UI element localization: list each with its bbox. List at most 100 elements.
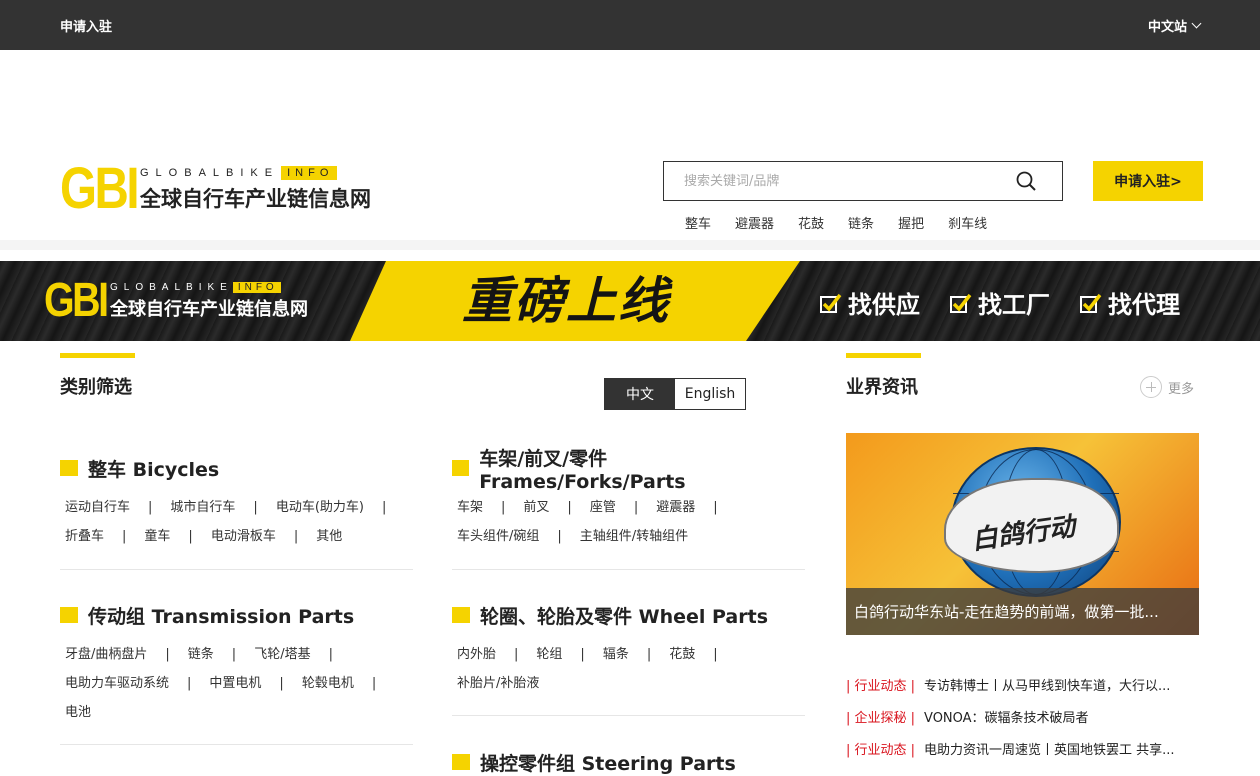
banner-logo-info: INFO bbox=[232, 281, 281, 293]
category-item[interactable]: 中置电机 bbox=[209, 669, 261, 698]
category-marker bbox=[452, 607, 470, 623]
lang-cn-button[interactable]: 中文 bbox=[605, 379, 675, 409]
logo-gbi: GBI bbox=[60, 156, 140, 221]
search-input[interactable] bbox=[664, 162, 1004, 200]
hot-keyword[interactable]: 花鼓 bbox=[798, 213, 824, 232]
news-item[interactable]: | 企业探秘 | VONOA：碳辐条技术破局者 bbox=[846, 700, 1199, 732]
category-item[interactable]: 电动滑板车 bbox=[211, 522, 276, 551]
category-item[interactable]: 轮组 bbox=[536, 640, 562, 669]
category-marker bbox=[60, 460, 78, 476]
news-title[interactable]: VONOA：碳辐条技术破局者 bbox=[924, 707, 1089, 726]
banner-logo-globalbike: GLOBALBIKE bbox=[110, 281, 233, 293]
search-icon[interactable] bbox=[1016, 171, 1036, 191]
category-item[interactable]: 折叠车 bbox=[65, 522, 104, 551]
hot-keyword[interactable]: 握把 bbox=[898, 213, 924, 232]
category-item[interactable]: 链条 bbox=[188, 640, 214, 669]
category-item[interactable]: 轮毂电机 bbox=[302, 669, 354, 698]
category-item[interactable]: 车头组件/碗组 bbox=[457, 522, 539, 551]
logo-cn-name: 全球自行车产业链信息网 bbox=[140, 186, 371, 211]
category-item[interactable]: 电动车(助力车) bbox=[276, 493, 364, 522]
category-items: 牙盘/曲柄盘片 | 链条 | 飞轮/塔基 | 电助力车驱动系统 | 中置电机 | 轮毂电机… bbox=[65, 640, 413, 727]
hot-keyword[interactable]: 刹车线 bbox=[948, 213, 987, 232]
banner-logo-cn: 全球自行车产业链信息网 bbox=[110, 298, 308, 320]
categories-title: 类别筛选 bbox=[60, 377, 132, 398]
banner-slogan: 重磅上线 bbox=[462, 272, 670, 330]
chevron-down-icon bbox=[1191, 18, 1202, 29]
category-item[interactable]: 其他 bbox=[316, 522, 342, 551]
category-items: 内外胎 | 轮组 | 辐条 | 花鼓 | 补胎片/补胎液 bbox=[457, 640, 805, 698]
category-item[interactable]: 牙盘/曲柄盘片 bbox=[65, 640, 147, 669]
hot-keyword[interactable]: 链条 bbox=[848, 213, 874, 232]
category-item[interactable]: 补胎片/补胎液 bbox=[457, 669, 539, 698]
category-item[interactable]: 主轴组件/转轴组件 bbox=[580, 522, 688, 551]
apply-button[interactable]: 申请入驻> bbox=[1093, 161, 1203, 201]
top-apply-link[interactable]: 申请入驻 bbox=[60, 16, 112, 35]
category-item[interactable]: 花鼓 bbox=[669, 640, 695, 669]
category-item[interactable]: 座管 bbox=[590, 493, 616, 522]
category-item[interactable]: 前叉 bbox=[523, 493, 549, 522]
news-item[interactable]: | 行业动态 | 专访韩博士丨从马甲线到快车道，大行以... bbox=[846, 668, 1199, 700]
category-bicycles: 整车 Bicycles 运动自行车 | 城市自行车 | 电动车(助力车) | 折叠车 |… bbox=[60, 455, 413, 570]
banner-logo: GBI GLOBALBIKE INFO 全球自行车产业链信息网 bbox=[44, 277, 308, 325]
more-link[interactable]: 更多 bbox=[1140, 376, 1194, 398]
category-item[interactable]: 电池 bbox=[65, 698, 91, 727]
category-divider bbox=[452, 569, 805, 570]
category-item[interactable]: 电助力车驱动系统 bbox=[65, 669, 169, 698]
more-label: 更多 bbox=[1168, 381, 1195, 397]
category-items: 运动自行车 | 城市自行车 | 电动车(助力车) | 折叠车 | 童车 | 电动滑板车 | … bbox=[65, 493, 413, 551]
category-frames: 车架/前叉/零件 Frames/Forks/Parts 车架 | 前叉 | 座管 | … bbox=[452, 448, 805, 570]
banner-logo-gbi: GBI bbox=[44, 274, 109, 327]
news-title[interactable]: 专访韩博士丨从马甲线到快车道，大行以... bbox=[924, 675, 1170, 694]
category-item[interactable]: 辐条 bbox=[603, 640, 629, 669]
header: GBI GLOBALBIKE INFO 全球自行车产业链信息网 申请入驻> 整车… bbox=[0, 50, 1260, 250]
hot-keywords: 整车 避震器 花鼓 链条 握把 刹车线 bbox=[685, 213, 987, 232]
category-item[interactable]: 车架 bbox=[457, 493, 483, 522]
category-marker bbox=[452, 460, 470, 476]
category-item[interactable]: 运动自行车 bbox=[65, 493, 130, 522]
category-item[interactable]: 避震器 bbox=[656, 493, 695, 522]
category-title[interactable]: 传动组 Transmission Parts bbox=[88, 602, 354, 629]
banner-feature-label: 找工厂 bbox=[978, 291, 1050, 319]
news-item[interactable]: | 行业动态 | 电助力资讯一周速览丨英国地铁罢工 共享... bbox=[846, 732, 1199, 764]
lang-en-button[interactable]: English bbox=[675, 379, 745, 409]
featured-news-caption[interactable]: 白鸽行动华东站-走在趋势的前端，做第一批... bbox=[846, 588, 1199, 635]
category-steering: 操控零件组 Steering Parts bbox=[452, 749, 805, 775]
site-switcher-label: 中文站 bbox=[1147, 20, 1187, 35]
site-logo[interactable]: GBI GLOBALBIKE INFO 全球自行车产业链信息网 bbox=[60, 160, 371, 218]
banner-feature-label: 找代理 bbox=[1108, 291, 1180, 319]
banner-feature: 找工厂 bbox=[950, 285, 1050, 320]
news-tag[interactable]: | 行业动态 | bbox=[846, 675, 915, 694]
featured-news-card[interactable]: 白鸽行动 白鸽行动华东站-走在趋势的前端，做第一批... bbox=[846, 433, 1199, 635]
top-bar: 申请入驻 中文站 bbox=[0, 0, 1260, 50]
category-transmission: 传动组 Transmission Parts 牙盘/曲柄盘片 | 链条 | 飞轮/塔… bbox=[60, 602, 413, 745]
news-tag[interactable]: | 行业动态 | bbox=[846, 739, 915, 758]
category-item[interactable]: 城市自行车 bbox=[170, 493, 235, 522]
site-switcher[interactable]: 中文站 bbox=[1147, 16, 1202, 35]
category-items: 车架 | 前叉 | 座管 | 避震器 | 车头组件/碗组 | 主轴组件/转轴组件 bbox=[457, 493, 805, 551]
hot-keyword[interactable]: 整车 bbox=[685, 213, 711, 232]
category-title[interactable]: 操控零件组 Steering Parts bbox=[480, 749, 736, 776]
checkbox-icon bbox=[950, 293, 972, 313]
category-item[interactable]: 内外胎 bbox=[457, 640, 496, 669]
banner-feature: 找代理 bbox=[1080, 285, 1180, 320]
category-item[interactable]: 童车 bbox=[144, 522, 170, 551]
banner-feature-label: 找供应 bbox=[848, 291, 920, 319]
language-toggle: 中文 English bbox=[604, 378, 746, 410]
category-wheels: 轮圈、轮胎及零件 Wheel Parts 内外胎 | 轮组 | 辐条 | 花鼓 | 补胎… bbox=[452, 602, 805, 716]
plus-circle-icon bbox=[1140, 376, 1162, 398]
category-title[interactable]: 车架/前叉/零件 Frames/Forks/Parts bbox=[479, 444, 805, 493]
category-marker bbox=[60, 607, 78, 623]
section-accent-bar bbox=[846, 353, 921, 358]
news-tag[interactable]: | 企业探秘 | bbox=[846, 707, 915, 726]
news-title[interactable]: 电助力资讯一周速览丨英国地铁罢工 共享... bbox=[924, 739, 1175, 758]
category-item[interactable]: 飞轮/塔基 bbox=[254, 640, 310, 669]
category-title[interactable]: 轮圈、轮胎及零件 Wheel Parts bbox=[480, 602, 768, 629]
banner-features: 找供应 找工厂 找代理 bbox=[820, 285, 1180, 320]
search-box bbox=[663, 161, 1063, 201]
section-accent-bar bbox=[60, 353, 135, 358]
promo-banner[interactable]: GBI GLOBALBIKE INFO 全球自行车产业链信息网 重磅上线 找供应… bbox=[0, 261, 1260, 341]
logo-globalbike: GLOBALBIKE bbox=[140, 166, 280, 179]
hot-keyword[interactable]: 避震器 bbox=[735, 213, 774, 232]
category-title[interactable]: 整车 Bicycles bbox=[88, 455, 219, 482]
logo-info: INFO bbox=[281, 165, 338, 180]
